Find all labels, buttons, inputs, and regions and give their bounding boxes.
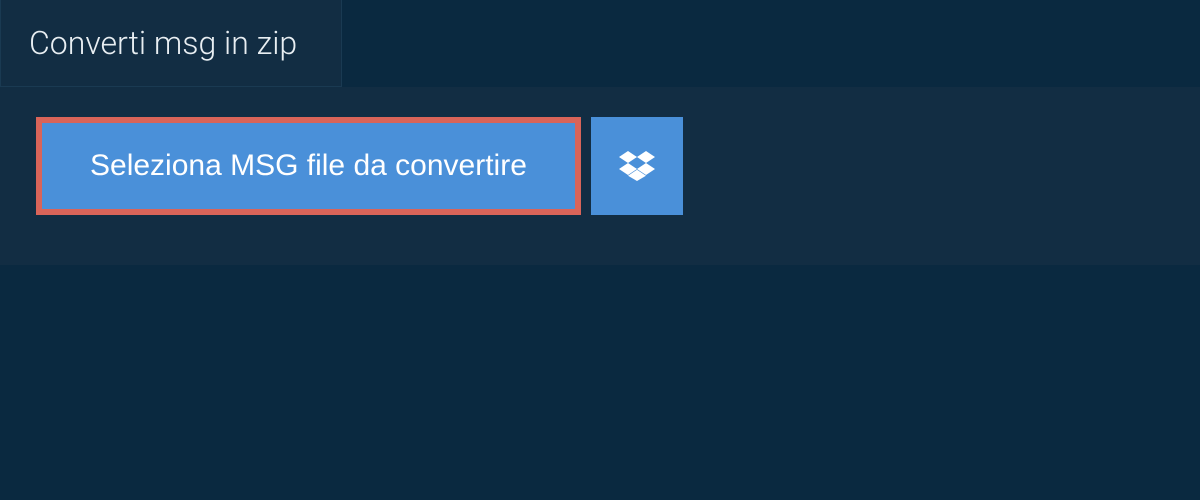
page-title: Converti msg in zip bbox=[29, 24, 297, 62]
dropbox-button[interactable] bbox=[591, 117, 683, 215]
select-file-highlight: Seleziona MSG file da convertire bbox=[36, 117, 581, 215]
select-file-button-label: Seleziona MSG file da convertire bbox=[90, 149, 527, 183]
dropbox-icon bbox=[619, 148, 655, 184]
select-file-button[interactable]: Seleziona MSG file da convertire bbox=[42, 123, 575, 209]
upload-panel: Seleziona MSG file da convertire bbox=[0, 87, 1200, 265]
tab-header: Converti msg in zip bbox=[0, 0, 342, 87]
